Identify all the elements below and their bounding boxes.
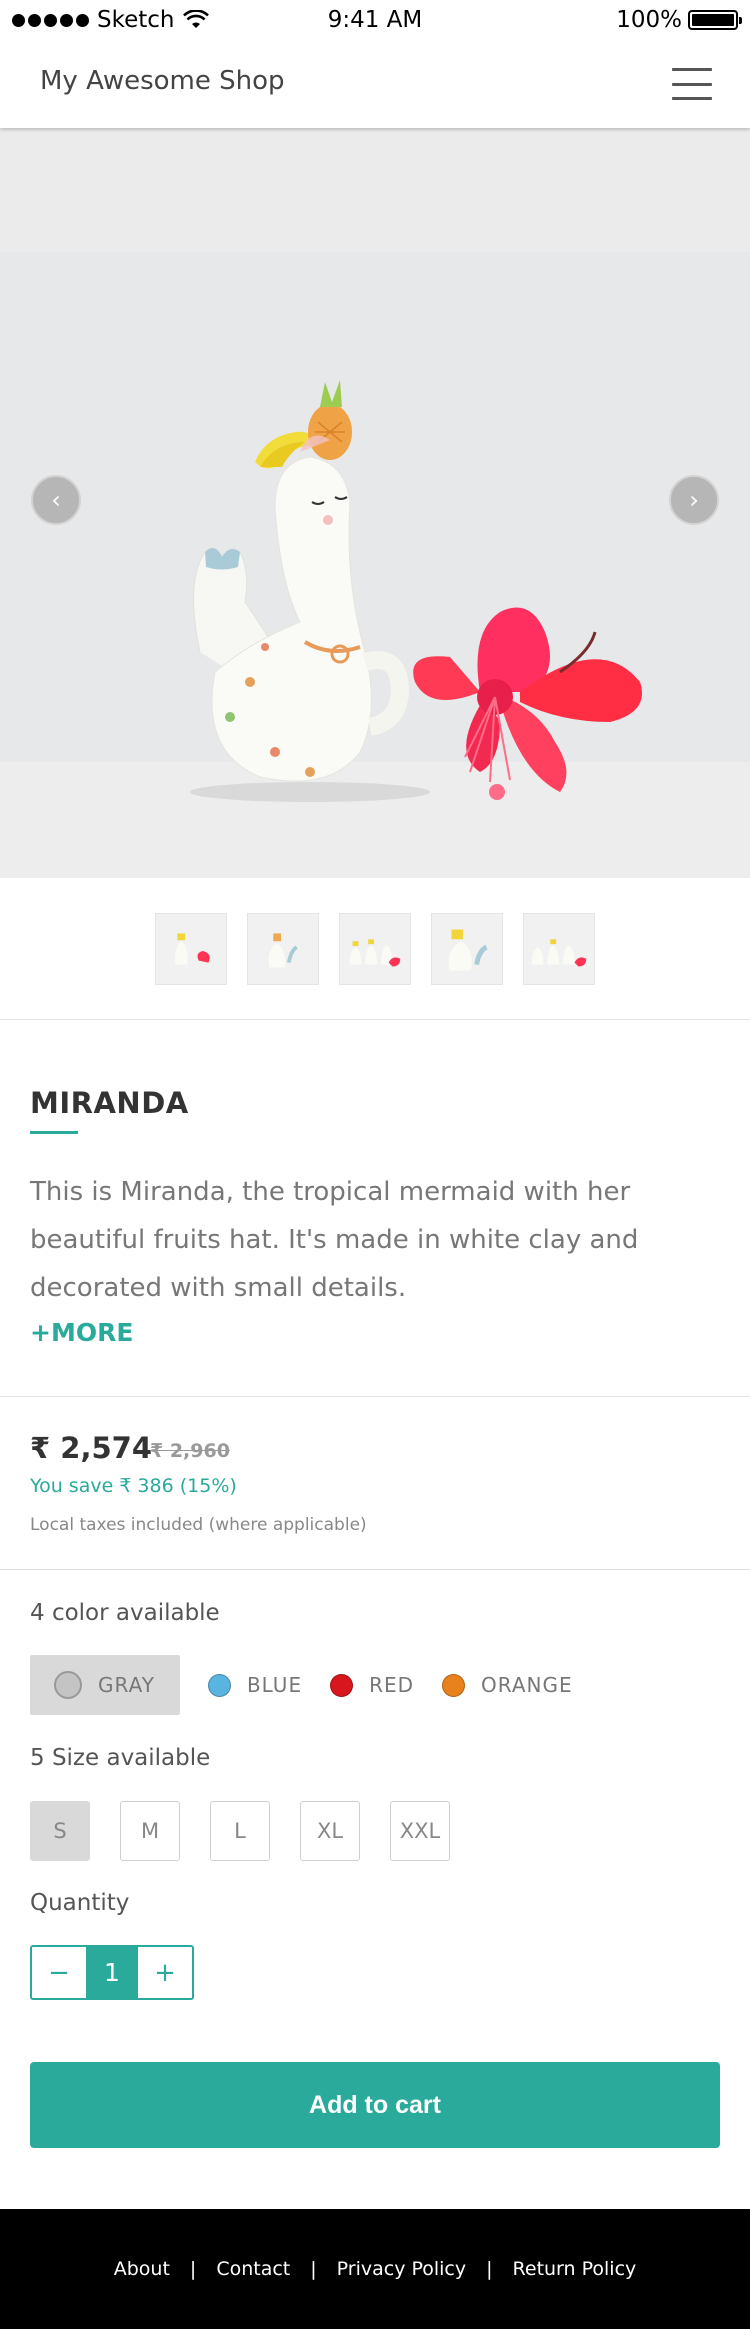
color-option-red[interactable]: RED: [330, 1655, 414, 1715]
tax-note: Local taxes included (where applicable): [30, 1515, 367, 1535]
product-description: This is Miranda, the tropical mermaid wi…: [30, 1177, 639, 1303]
original-price: ₹ 2,960: [150, 1440, 230, 1462]
app-header: My Awesome Shop: [0, 42, 750, 128]
color-option-blue[interactable]: BLUE: [207, 1655, 303, 1715]
color-option-label: GRAY: [98, 1673, 155, 1697]
decrement-button[interactable]: −: [32, 1947, 86, 1998]
increment-button[interactable]: +: [138, 1947, 192, 1998]
thumbnail[interactable]: [339, 912, 411, 985]
title-underline: [30, 1131, 78, 1134]
product-details: MIRANDA This is Miranda, the tropical me…: [0, 1020, 750, 1397]
color-swatch: [207, 1673, 231, 1697]
color-option-label: ORANGE: [481, 1673, 573, 1697]
thumbnail[interactable]: [155, 912, 227, 985]
status-bar: Sketch 9:41 AM 100%: [0, 0, 750, 42]
thumbnail[interactable]: [247, 912, 319, 985]
product-photo: [0, 252, 750, 878]
thumbnail[interactable]: [523, 912, 595, 985]
footer-link-contact[interactable]: Contact: [216, 2258, 290, 2280]
color-option-label: BLUE: [246, 1673, 303, 1697]
add-to-cart-button[interactable]: Add to cart: [30, 2062, 720, 2148]
footer-link-return-policy[interactable]: Return Policy: [513, 2258, 637, 2280]
thumbnail-strip: [0, 878, 750, 1020]
color-swatch: [54, 1671, 82, 1699]
current-price: ₹ 2,574: [30, 1431, 153, 1465]
color-option-orange[interactable]: ORANGE: [442, 1655, 573, 1715]
size-option-xl[interactable]: XL: [300, 1801, 360, 1861]
product-image-carousel[interactable]: ‹ ›: [0, 128, 750, 878]
quantity-label: Quantity: [30, 1890, 130, 1916]
chevron-right-icon[interactable]: ›: [669, 475, 719, 525]
status-right: 100%: [616, 7, 742, 33]
color-option-gray[interactable]: GRAY: [30, 1655, 180, 1715]
size-option-s[interactable]: S: [30, 1801, 90, 1861]
color-swatch: [330, 1673, 354, 1697]
battery-icon: [688, 10, 742, 30]
size-option-m[interactable]: M: [120, 1801, 180, 1861]
battery-percent: 100%: [616, 7, 682, 33]
product-options: 4 color available GRAY BLUE RED ORANGE 5…: [0, 1570, 750, 2210]
footer-link-privacy-policy[interactable]: Privacy Policy: [337, 2258, 466, 2280]
more-link[interactable]: +MORE: [30, 1318, 133, 1347]
thumbnail[interactable]: [431, 912, 503, 985]
color-options: GRAY BLUE RED ORANGE: [30, 1655, 573, 1715]
footer-separator: |: [310, 2258, 317, 2280]
chevron-left-icon[interactable]: ‹: [31, 475, 81, 525]
product-name: MIRANDA: [30, 1086, 189, 1120]
footer-link-about[interactable]: About: [114, 2258, 170, 2280]
price-block: ₹ 2,574 ₹ 2,960 You save ₹ 386 (15%) Loc…: [0, 1397, 750, 1570]
size-option-xxl[interactable]: XXL: [390, 1801, 450, 1861]
shop-title: My Awesome Shop: [40, 66, 285, 96]
savings-text: You save ₹ 386 (15%): [30, 1475, 237, 1497]
quantity-value[interactable]: 1: [86, 1947, 138, 1998]
size-option-l[interactable]: L: [210, 1801, 270, 1861]
footer-separator: |: [189, 2258, 197, 2280]
hamburger-menu-icon[interactable]: [672, 68, 712, 100]
footer: About | Contact | Privacy Policy | Retur…: [0, 2209, 750, 2329]
footer-separator: |: [486, 2258, 493, 2280]
size-options: S M L XL XXL: [30, 1801, 450, 1861]
color-swatch: [442, 1673, 466, 1697]
quantity-stepper: − 1 +: [30, 1945, 194, 2000]
color-option-label: RED: [369, 1673, 415, 1697]
size-label: 5 Size available: [30, 1745, 211, 1771]
color-label: 4 color available: [30, 1600, 220, 1626]
